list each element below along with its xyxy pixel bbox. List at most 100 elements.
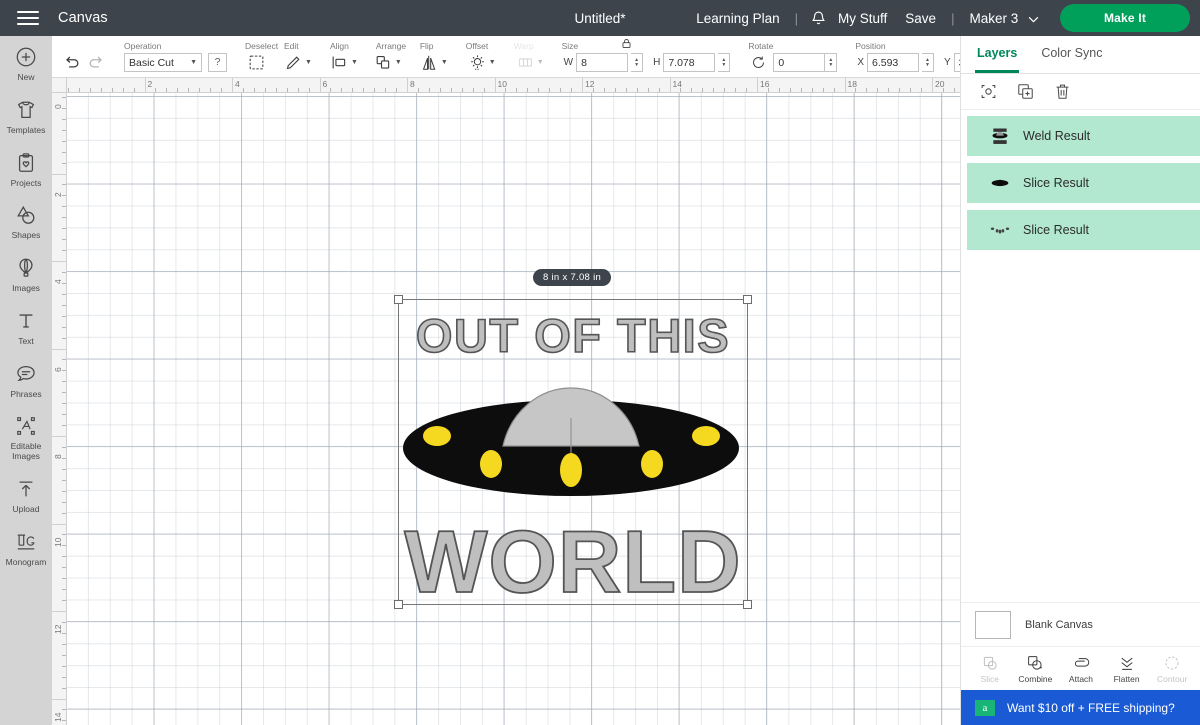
cricut-design-space-app: Canvas Untitled* Learning Plan | My Stuf…: [0, 0, 1200, 725]
ruler-tick: [582, 78, 583, 92]
slice-button[interactable]: Slice: [968, 654, 1012, 684]
layer-row-weld-result[interactable]: Weld Result: [967, 116, 1200, 156]
sidebar-item-monogram[interactable]: Monogram: [0, 529, 52, 568]
height-stepper[interactable]: ▲ ▼: [718, 53, 731, 72]
ruler-tick: [910, 88, 912, 92]
arrange-button[interactable]: ▼: [374, 53, 402, 72]
sidebar-item-editable-images[interactable]: Editable Images: [0, 413, 52, 462]
delete-icon[interactable]: [1053, 82, 1072, 101]
plus-circle-icon: [15, 44, 37, 70]
combine-button[interactable]: Combine: [1013, 654, 1057, 684]
rotate-icon[interactable]: [750, 54, 767, 71]
monogram-icon: [15, 529, 37, 555]
ruler-tick: [62, 228, 66, 230]
ruler-tick: [341, 88, 343, 92]
weld-text-thumb: [989, 125, 1011, 147]
group-icon[interactable]: [979, 82, 998, 101]
layer-row-slice-result-1[interactable]: Slice Result: [967, 163, 1200, 203]
make-it-button[interactable]: Make It: [1060, 4, 1190, 32]
ruler-tick: [62, 709, 66, 711]
deselect-button[interactable]: [247, 53, 266, 72]
width-field[interactable]: W 8 ▲ ▼: [564, 53, 644, 72]
sidebar-label: Projects: [10, 177, 42, 188]
sidebar-item-phrases[interactable]: Phrases: [0, 361, 52, 400]
chevron-down-icon: ▼: [190, 59, 197, 66]
tab-layers[interactable]: Layers: [975, 36, 1020, 73]
layer-actions: Slice Combine Attach Flatten Contour: [961, 646, 1200, 690]
resize-handle-tr[interactable]: [743, 295, 752, 304]
attach-button[interactable]: Attach: [1059, 654, 1103, 684]
machine-selector[interactable]: Maker 3: [960, 11, 1048, 26]
ruler-tick: [592, 88, 594, 92]
redo-button[interactable]: [87, 53, 106, 72]
ruler-tick: [363, 88, 365, 92]
operation-select[interactable]: Basic Cut ▼: [124, 53, 202, 72]
ruler-corner: [52, 78, 67, 93]
operation-help-button[interactable]: ?: [208, 53, 227, 72]
offset-button[interactable]: ▼: [468, 53, 496, 72]
warp-button: ▼: [516, 53, 544, 72]
ruler-tick: [352, 88, 354, 92]
height-field[interactable]: H 7.078 ▲ ▼: [653, 53, 731, 72]
duplicate-icon[interactable]: [1016, 82, 1035, 101]
height-input[interactable]: 7.078: [663, 53, 716, 72]
sidebar-item-templates[interactable]: Templates: [0, 97, 52, 136]
lock-closed-icon[interactable]: [620, 37, 633, 55]
width-stepper[interactable]: ▲ ▼: [631, 53, 644, 72]
canvas-color-swatch[interactable]: [975, 610, 1011, 639]
sidebar-item-images[interactable]: Images: [0, 255, 52, 294]
x-input[interactable]: 6.593: [866, 53, 919, 72]
rotate-stepper[interactable]: ▲ ▼: [825, 53, 838, 72]
ruler-tick: [724, 88, 726, 92]
resize-handle-bl[interactable]: [394, 600, 403, 609]
save-button[interactable]: Save: [896, 11, 945, 26]
sidebar-item-new[interactable]: New: [0, 44, 52, 83]
canvas-color-row[interactable]: Blank Canvas: [961, 602, 1200, 646]
sidebar-item-projects[interactable]: Projects: [0, 150, 52, 189]
clipboard-heart-icon: [15, 150, 37, 176]
sidebar-label: New: [17, 72, 35, 82]
hamburger-menu-icon[interactable]: [6, 0, 50, 36]
canvas-area[interactable]: OUT OF THIS WORLD 8 in x 7.08 in 2 4 6 8…: [52, 78, 960, 725]
resize-handle-tl[interactable]: [394, 295, 403, 304]
edit-button[interactable]: ▼: [284, 53, 312, 72]
ruler-tick: [62, 337, 66, 339]
align-button[interactable]: ▼: [330, 53, 358, 72]
ruler-tick: [374, 88, 376, 92]
selection-bounding-box[interactable]: [394, 295, 752, 609]
chevron-down-icon: ▼: [305, 59, 312, 66]
promo-banner[interactable]: a Want $10 off + FREE shipping?: [961, 690, 1200, 725]
contour-button[interactable]: Contour: [1150, 654, 1194, 684]
ruler-tick: [62, 140, 66, 142]
ruler-tick: [319, 78, 321, 92]
upload-arrow-icon: [15, 476, 37, 502]
sidebar-item-upload[interactable]: Upload: [0, 476, 52, 515]
sidebar-item-shapes[interactable]: Shapes: [0, 202, 52, 241]
rotate-input[interactable]: 0: [773, 53, 826, 72]
undo-button[interactable]: [62, 53, 81, 72]
resize-handle-br[interactable]: [743, 600, 752, 609]
ruler-tick: [308, 88, 310, 92]
x-field[interactable]: X 6.593 ▲ ▼: [857, 53, 934, 72]
notification-bell-icon[interactable]: [810, 10, 827, 27]
ruler-tick: [62, 403, 66, 405]
rotate-label: Rotate: [748, 41, 774, 51]
ruler-tick: [62, 206, 66, 208]
learning-plan-link[interactable]: Learning Plan: [687, 11, 788, 26]
flatten-button[interactable]: Flatten: [1105, 654, 1149, 684]
sidebar-item-text[interactable]: Text: [0, 308, 52, 347]
width-input[interactable]: 8: [576, 53, 629, 72]
ruler-tick: [62, 556, 66, 558]
edit-toolbar: Operation Basic Cut ▼ ? Deselect Edit ▼ …: [52, 36, 1021, 78]
layer-row-slice-result-2[interactable]: Slice Result: [967, 210, 1200, 250]
chevron-down-icon: ▼: [536, 59, 544, 66]
ruler-tick: [702, 88, 704, 92]
tab-color-sync[interactable]: Color Sync: [1039, 36, 1104, 73]
ruler-tick: [62, 162, 66, 164]
ruler-tick: [62, 304, 66, 306]
ruler-tick: [62, 720, 66, 722]
flip-button[interactable]: ▼: [420, 53, 448, 72]
my-stuff-link[interactable]: My Stuff: [829, 11, 896, 26]
ruler-tick: [899, 88, 901, 92]
x-stepper[interactable]: ▲ ▼: [921, 53, 934, 72]
